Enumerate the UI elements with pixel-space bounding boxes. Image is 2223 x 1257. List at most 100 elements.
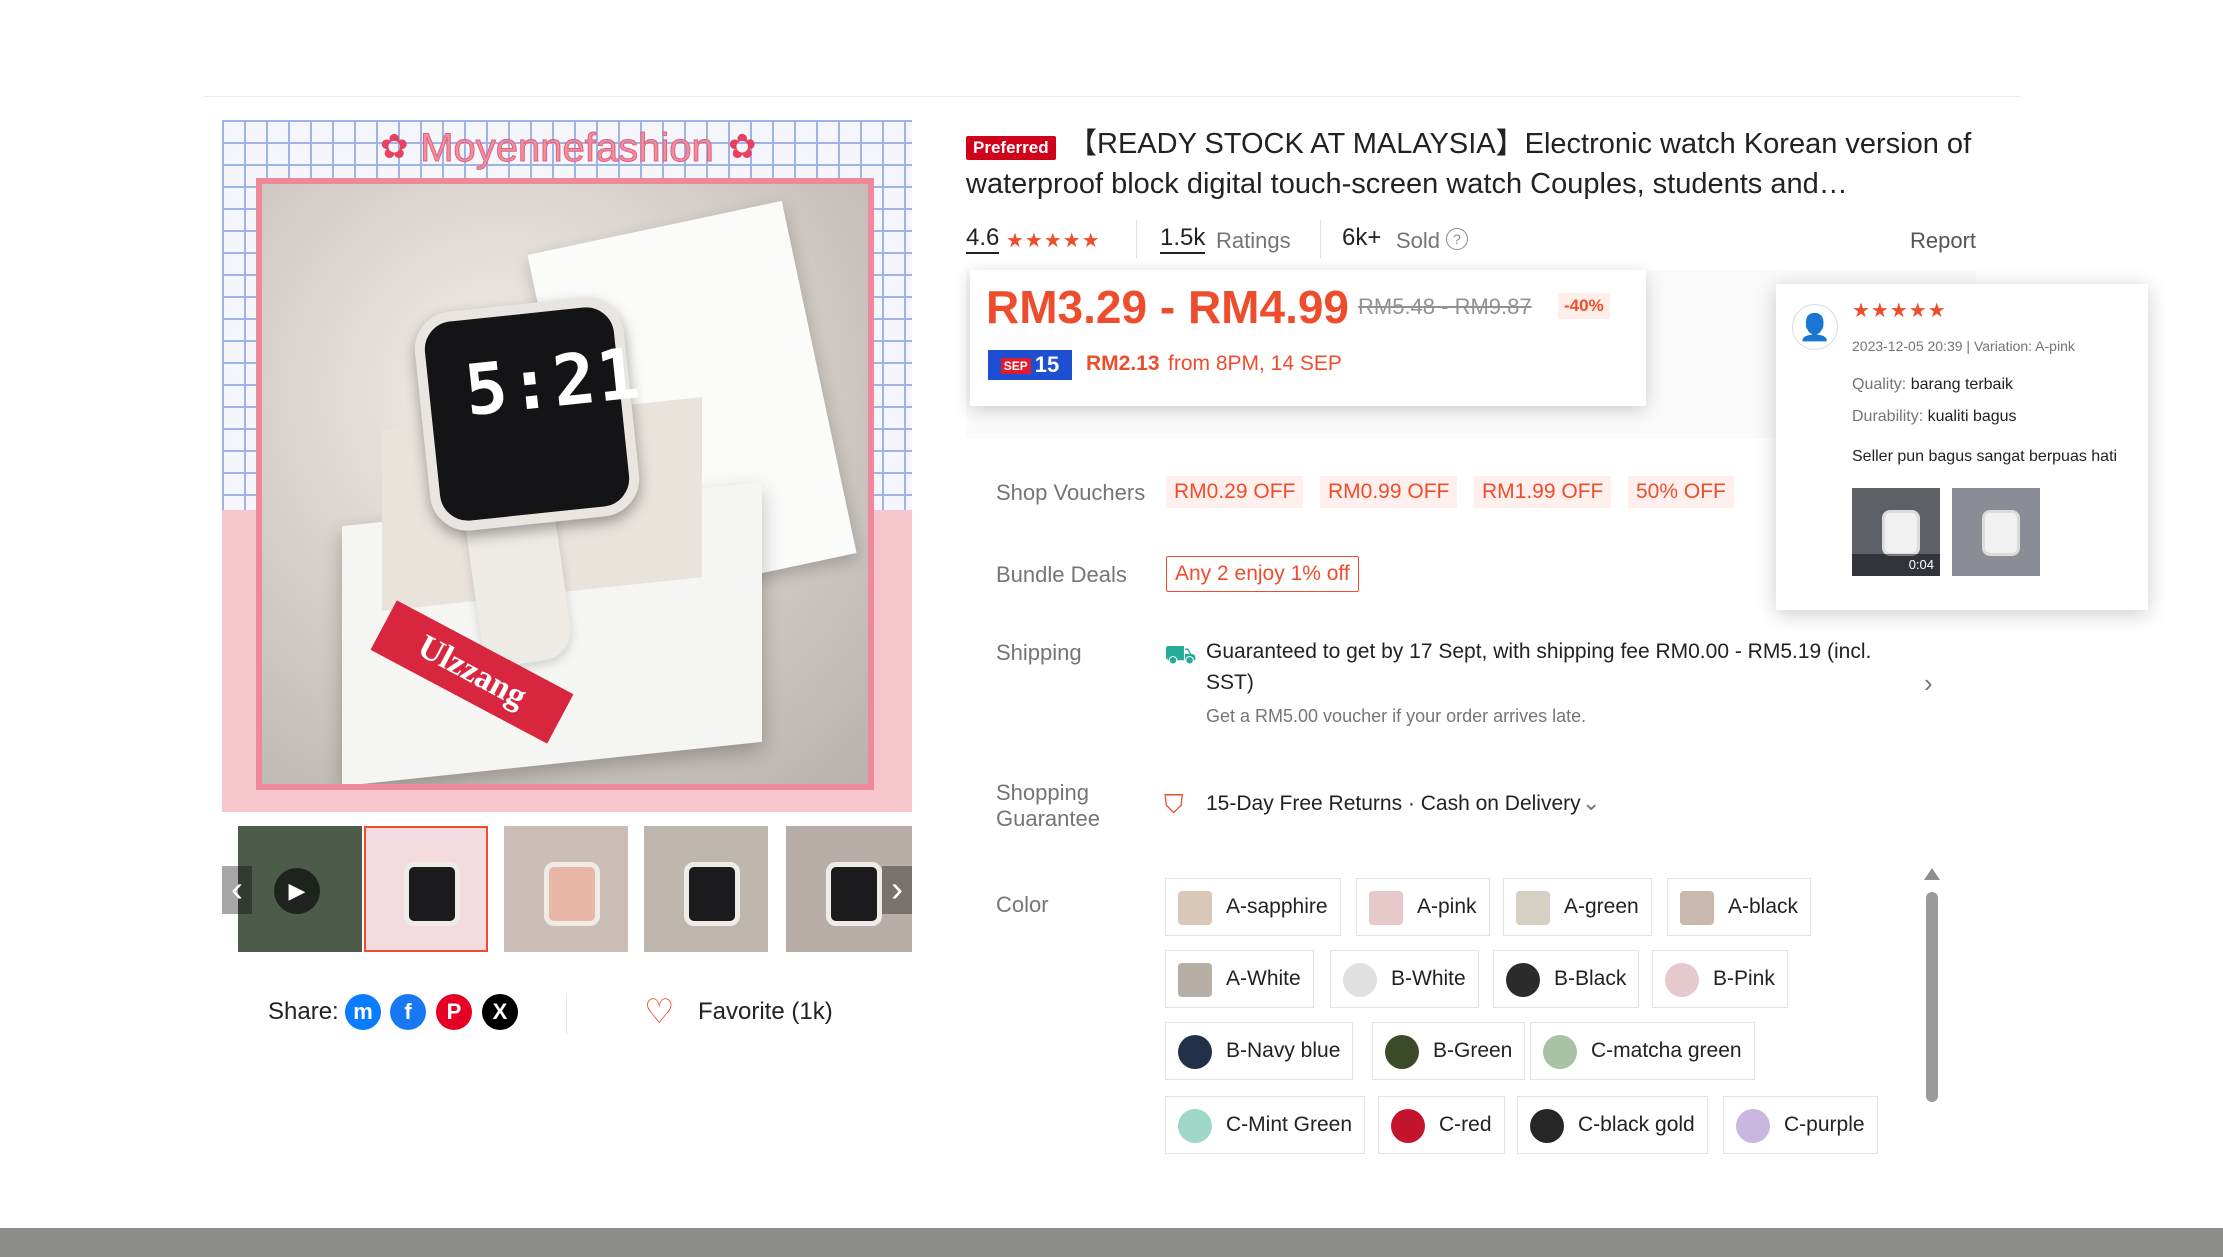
guarantee-info[interactable]: 15-Day Free Returns · Cash on Delivery bbox=[1206, 792, 1581, 816]
color-option[interactable]: B-Black bbox=[1493, 950, 1640, 1008]
image-brand-text: Moyennefashion bbox=[420, 126, 715, 171]
truck-icon: ⛟ bbox=[1164, 639, 1197, 669]
color-option[interactable]: B-Green bbox=[1372, 1022, 1526, 1080]
color-option[interactable]: B-White bbox=[1330, 950, 1479, 1008]
voucher-chip[interactable]: RM1.99 OFF bbox=[1474, 476, 1612, 508]
color-option[interactable]: C-Mint Green bbox=[1165, 1096, 1366, 1154]
shopping-guarantee-label: Shopping Guarantee bbox=[996, 780, 1100, 832]
rating-stars: ★★★★★ bbox=[1006, 230, 1101, 252]
voucher-chip[interactable]: RM0.99 OFF bbox=[1320, 476, 1458, 508]
color-option-label: A-sapphire bbox=[1226, 895, 1328, 918]
rating-score[interactable]: 4.6 bbox=[966, 224, 1000, 254]
main-product-image[interactable]: ✿ Moyennefashion ✿ 5:21 Ulzzang bbox=[222, 120, 912, 812]
color-option-label: B-Pink bbox=[1713, 967, 1775, 990]
product-title: 【READY STOCK AT MALAYSIA】Electronic watc… bbox=[966, 128, 1972, 200]
watch-face: 5:21 bbox=[411, 293, 645, 535]
favorite-button[interactable]: Favorite (1k) bbox=[698, 998, 833, 1026]
review-stars: ★★★★★ bbox=[1852, 300, 1947, 322]
heart-outline-icon[interactable]: ♡ bbox=[644, 994, 674, 1030]
report-link[interactable]: Report bbox=[1910, 228, 1976, 254]
shield-icon: ⛉ bbox=[1164, 789, 1184, 819]
thumbnail-watch bbox=[684, 862, 740, 926]
play-icon: ▶ bbox=[274, 868, 320, 914]
review-quality-value: barang terbaik bbox=[1910, 376, 2013, 393]
color-option[interactable]: B-Navy blue bbox=[1165, 1022, 1354, 1080]
thumbnail-prev-arrow[interactable]: ‹ bbox=[222, 866, 252, 914]
color-option[interactable]: A-pink bbox=[1356, 878, 1490, 936]
flower-icon: ✿ bbox=[728, 128, 757, 166]
facebook-icon[interactable]: f bbox=[390, 994, 426, 1030]
sale-badge-day: 15 bbox=[1034, 352, 1060, 377]
color-option-label: A-White bbox=[1226, 967, 1301, 990]
sale-time: from 8PM, 14 SEP bbox=[1168, 352, 1342, 375]
color-option-label: A-green bbox=[1564, 895, 1639, 918]
color-option[interactable]: B-Pink bbox=[1652, 950, 1788, 1008]
bottom-bar bbox=[0, 1228, 2223, 1257]
color-swatch bbox=[1178, 1109, 1212, 1143]
review-video-thumbnail[interactable]: 0:04 bbox=[1852, 488, 1940, 576]
x-icon[interactable]: X bbox=[482, 994, 518, 1030]
chevron-right-icon[interactable]: › bbox=[1924, 668, 1933, 699]
messenger-icon[interactable]: m bbox=[345, 994, 381, 1030]
shipping-label: Shipping bbox=[996, 640, 1082, 665]
voucher-chip[interactable]: RM0.29 OFF bbox=[1166, 476, 1304, 508]
color-swatch bbox=[1516, 891, 1550, 925]
color-option[interactable]: A-green bbox=[1503, 878, 1652, 936]
color-list-scrollbar[interactable] bbox=[1926, 892, 1938, 1102]
preferred-badge: Preferred bbox=[966, 136, 1056, 160]
guarantee-label-line2: Guarantee bbox=[996, 806, 1100, 831]
current-price: RM3.29 - RM4.99 bbox=[986, 281, 1350, 333]
bundle-deals-label: Bundle Deals bbox=[996, 562, 1127, 587]
thumbnail-next-arrow[interactable]: › bbox=[882, 866, 912, 914]
review-durability-value: kualiti bagus bbox=[1927, 408, 2017, 425]
review-comment: Seller pun bagus sangat berpuas hati bbox=[1852, 448, 2118, 465]
thumbnail-image-2[interactable] bbox=[504, 826, 628, 952]
color-swatch bbox=[1178, 891, 1212, 925]
top-divider bbox=[204, 96, 2020, 97]
chevron-down-icon[interactable]: ⌄ bbox=[1582, 790, 1600, 816]
color-option-label: A-black bbox=[1728, 895, 1799, 918]
color-swatch bbox=[1680, 891, 1714, 925]
color-option-label: C-red bbox=[1439, 1113, 1492, 1136]
color-option-label: C-matcha green bbox=[1591, 1039, 1742, 1062]
color-label: Color bbox=[996, 892, 1049, 917]
color-option[interactable]: A-sapphire bbox=[1165, 878, 1341, 936]
share-divider bbox=[566, 994, 567, 1034]
thumbnail-video[interactable]: ▶ bbox=[238, 826, 362, 952]
help-icon[interactable]: ? bbox=[1446, 228, 1468, 250]
reviewer-avatar-icon: 👤 bbox=[1792, 304, 1838, 350]
color-swatch bbox=[1343, 963, 1377, 997]
thumbnail-image-3[interactable] bbox=[644, 826, 768, 952]
color-swatch bbox=[1530, 1109, 1564, 1143]
scroll-up-arrow[interactable] bbox=[1924, 868, 1940, 880]
voucher-chip[interactable]: 50% OFF bbox=[1628, 476, 1734, 508]
review-image-thumbnail[interactable] bbox=[1952, 488, 2040, 576]
shipping-info: Guaranteed to get by 17 Sept, with shipp… bbox=[1206, 640, 1872, 694]
sale-price: RM2.13 bbox=[1086, 352, 1160, 375]
ratings-count[interactable]: 1.5k bbox=[1160, 224, 1206, 254]
color-option[interactable]: C-red bbox=[1378, 1096, 1505, 1154]
color-option-label: C-black gold bbox=[1578, 1113, 1695, 1136]
color-option[interactable]: A-White bbox=[1165, 950, 1314, 1008]
shipping-late-voucher: Get a RM5.00 voucher if your order arriv… bbox=[1206, 706, 1587, 726]
color-option-label: B-Black bbox=[1554, 967, 1627, 990]
guarantee-label-line1: Shopping bbox=[996, 780, 1089, 805]
color-option[interactable]: C-purple bbox=[1723, 1096, 1878, 1154]
color-swatch bbox=[1543, 1035, 1577, 1069]
review-quality-key: Quality: bbox=[1852, 376, 1907, 393]
color-option[interactable]: A-black bbox=[1667, 878, 1812, 936]
color-option-label: C-Mint Green bbox=[1226, 1113, 1353, 1136]
color-option[interactable]: C-matcha green bbox=[1530, 1022, 1755, 1080]
color-option[interactable]: C-black gold bbox=[1517, 1096, 1708, 1154]
sold-divider bbox=[1320, 220, 1321, 258]
thumbnail-image-1[interactable] bbox=[364, 826, 488, 952]
sale-date-badge: SEP 15 bbox=[988, 350, 1072, 380]
pinterest-icon[interactable]: P bbox=[436, 994, 472, 1030]
thumbnail-watch bbox=[826, 862, 882, 926]
color-option-label: B-Green bbox=[1433, 1039, 1513, 1062]
bundle-deal-chip[interactable]: Any 2 enjoy 1% off bbox=[1166, 556, 1359, 592]
review-watch bbox=[1982, 510, 2020, 556]
share-label: Share: bbox=[268, 998, 339, 1025]
review-watch bbox=[1882, 510, 1920, 556]
color-swatch bbox=[1665, 963, 1699, 997]
